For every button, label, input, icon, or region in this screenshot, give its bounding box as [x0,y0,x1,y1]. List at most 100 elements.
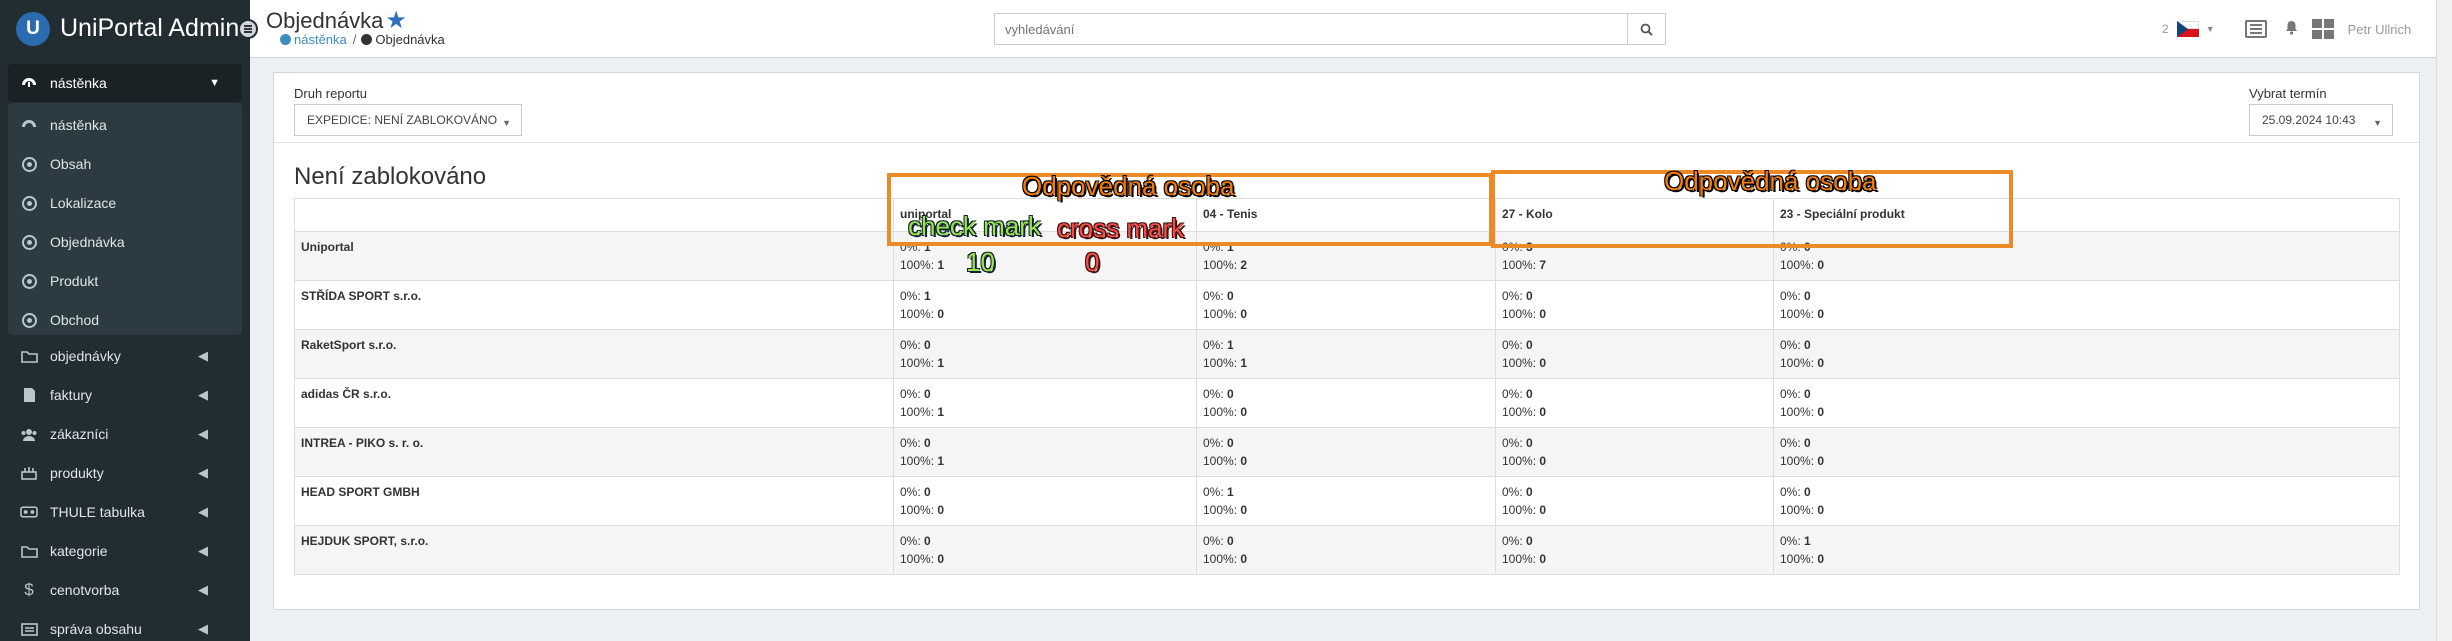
label-0-percent: 0%: [1203,436,1228,450]
sidebar-subitem-lokalizace[interactable]: Lokalizace [0,184,242,222]
value-0-percent: 0 [1526,534,1533,548]
sidebar-subitem-objednavka[interactable]: Objednávka [0,223,242,261]
label-100-percent: 100%: [1203,405,1241,419]
user-name[interactable]: Petr Ullrich [2348,22,2412,37]
value-0-percent: 1 [924,289,931,303]
label-100-percent: 100%: [1780,307,1818,321]
sidebar-item-label: Obchod [50,312,100,328]
sidebar-toggle-button[interactable] [238,19,258,39]
label-100-percent: 100%: [1502,356,1540,370]
sidebar-item-sprava-obsahu[interactable]: správa obsahu ◀ [0,610,250,641]
chevron-left-icon: ◀ [198,387,208,402]
company-name: adidas ČR s.r.o. [294,378,894,428]
table-cell: 0%: 0 100%: 0 [1773,476,2400,526]
dashboard-icon [280,34,291,45]
table-cell: 0%: 0 100%: 0 [1773,378,2400,428]
sidebar-item-faktury[interactable]: faktury ◀ [0,376,250,414]
page-scrollbar[interactable] [2436,0,2452,641]
breadcrumb: nástěnka / Objednávka [280,32,445,47]
app-title: UniPortal Admin [60,14,240,42]
chevron-down-icon[interactable]: ▼ [2206,24,2215,34]
chevron-left-icon: ◀ [198,543,208,558]
sidebar-subitem-produkt[interactable]: Produkt [0,262,242,300]
report-type-select[interactable]: EXPEDICE: NENÍ ZABLOKOVÁNO ▼ [294,104,522,136]
chevron-left-icon: ◀ [198,582,208,597]
value-100-percent: 1 [937,454,945,468]
value-0-percent: 0 [1804,240,1811,254]
breadcrumb-home-link[interactable]: nástěnka [294,32,347,47]
sidebar-item-label: nástěnka [50,75,107,91]
label-100-percent: 100%: [1203,307,1241,321]
sidebar-subitem-obsah[interactable]: Obsah [0,145,242,183]
sidebar-item-nastenka-group[interactable]: nástěnka ▼ [8,64,242,102]
sidebar-item-label: objednávky [50,348,121,364]
search-button[interactable] [1627,14,1665,44]
czech-flag-icon[interactable] [2176,21,2199,37]
value-100-percent: 1 [937,405,945,419]
report-type-label: Druh reportu [294,86,367,101]
value-100-percent: 0 [1817,258,1825,272]
chevron-down-icon: ▼ [209,77,220,89]
brand[interactable]: U UniPortal Admin [0,0,250,57]
dashboard-icon [20,116,38,134]
label-100-percent: 100%: [1502,258,1540,272]
company-name: INTREA - PIKO s. r. o. [294,427,894,477]
search-icon [1640,23,1653,36]
top-header: Objednávka ★ nástěnka / Objednávka 2 ▼ P… [250,0,2436,58]
value-100-percent: 0 [1539,454,1547,468]
label-0-percent: 0%: [1780,289,1805,303]
chevron-left-icon: ◀ [198,348,208,363]
sidebar-item-label: nástěnka [50,117,107,133]
page-title-wrapper: Objednávka ★ [266,6,407,35]
list-icon[interactable] [2244,20,2267,38]
sidebar-item-label: správa obsahu [50,621,142,637]
label-100-percent: 100%: [1502,552,1540,566]
language-count: 2 [2162,22,2169,36]
value-0-percent: 1 [1227,240,1234,254]
sidebar-item-label: Objednávka [50,234,125,250]
table-body: Uniportal 0%: 1 100%: 1 0%: 1 100%: 2 0%: 3 10… [294,231,2400,575]
sidebar-item-thule-tabulka[interactable]: THULE tabulka ◀ [0,493,250,531]
label-0-percent: 0%: [1780,387,1805,401]
label-100-percent: 100%: [900,405,938,419]
apps-grid-icon[interactable] [2311,19,2334,39]
sidebar-subitem-obchod[interactable]: Obchod [0,301,242,339]
value-0-percent: 0 [1526,338,1533,352]
label-0-percent: 0%: [1502,289,1527,303]
star-icon[interactable]: ★ [385,6,407,35]
label-0-percent: 0%: [1502,485,1527,499]
label-0-percent: 0%: [900,534,925,548]
value-100-percent: 2 [1240,258,1248,272]
value-100-percent: 1 [937,356,945,370]
value-0-percent: 0 [1804,338,1811,352]
sidebar-item-label: cenotvorba [50,582,120,598]
column-header: 04 - Tenis [1196,198,1496,232]
label-0-percent: 0%: [1203,485,1228,499]
value-0-percent: 1 [1227,485,1234,499]
chevron-left-icon: ◀ [198,504,208,519]
bell-icon[interactable] [2285,20,2298,39]
menu-icon [244,28,252,30]
sidebar-item-kategorie[interactable]: kategorie ◀ [0,532,250,570]
label-100-percent: 100%: [900,454,938,468]
value-0-percent: 0 [1526,289,1533,303]
sidebar-subitem-nastenka[interactable]: nástěnka [0,106,242,144]
label-100-percent: 100%: [1203,503,1241,517]
sidebar-item-cenotvorba[interactable]: $ cenotvorba ◀ [0,571,250,609]
label-0-percent: 0%: [1780,485,1805,499]
value-0-percent: 1 [1227,338,1234,352]
table-cell: 0%: 0 100%: 0 [1495,378,1774,428]
value-100-percent: 0 [1817,454,1825,468]
users-icon [20,425,38,443]
sidebar-item-objednavky[interactable]: objednávky ◀ [0,337,250,375]
value-100-percent: 0 [1240,307,1248,321]
sidebar-item-produkty[interactable]: produkty ◀ [0,454,250,492]
label-100-percent: 100%: [1502,307,1540,321]
sidebar-item-zakaznici[interactable]: zákazníci ◀ [0,415,250,453]
term-select[interactable]: 25.09.2024 10:43 ▼ [2249,104,2393,136]
value-0-percent: 0 [1804,289,1811,303]
label-100-percent: 100%: [1780,552,1818,566]
search-input[interactable] [995,14,1627,44]
header-toolbar: 2 ▼ Petr Ullrich [2162,18,2411,40]
value-0-percent: 0 [1227,289,1234,303]
